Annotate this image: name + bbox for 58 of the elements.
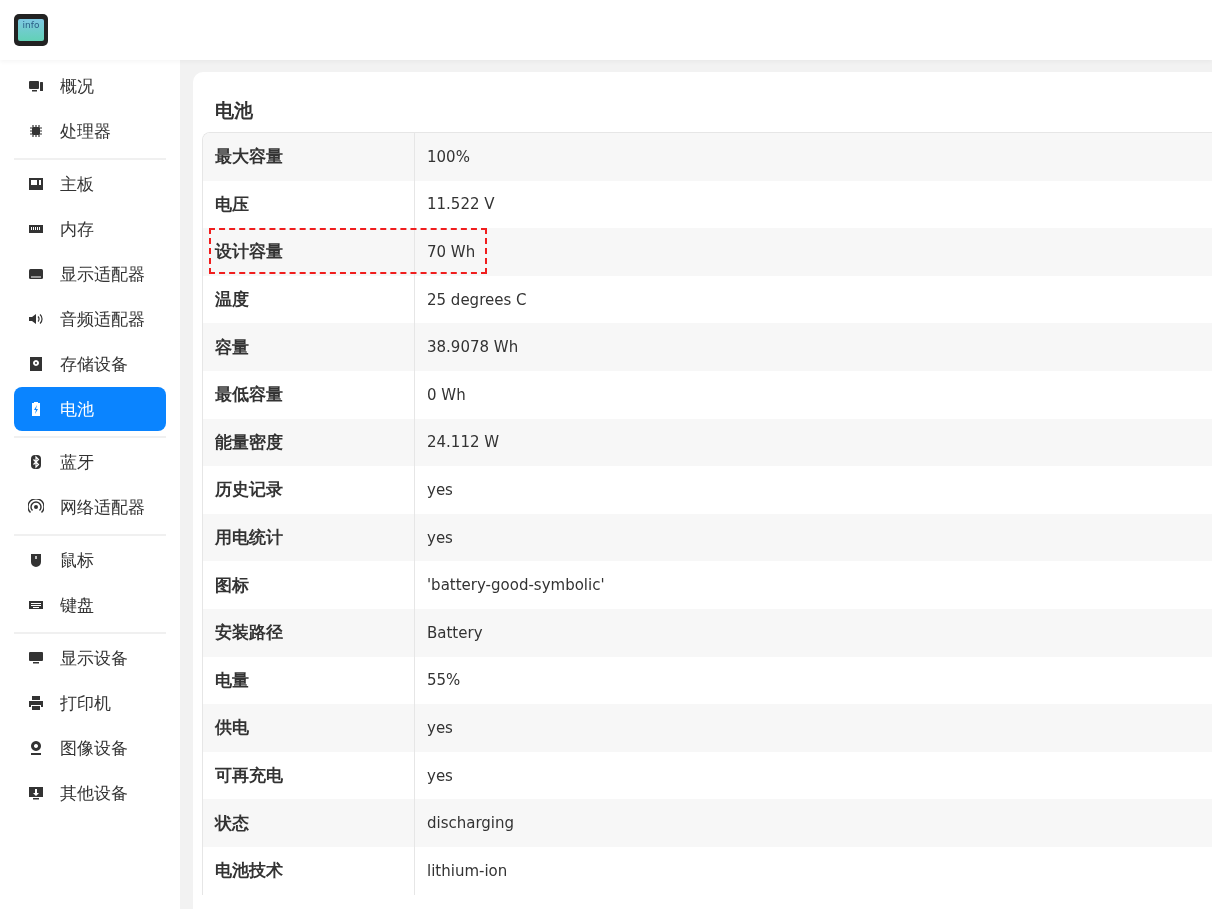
board-icon <box>28 176 44 192</box>
property-value: 100% <box>426 147 470 166</box>
printer-icon <box>28 695 44 711</box>
property-name: 电池技术 <box>203 846 415 895</box>
property-value: 24.112 W <box>426 433 500 452</box>
sidebar-item[interactable]: 电池 <box>14 387 166 431</box>
property-value: yes <box>426 480 453 499</box>
display-card-icon <box>28 266 44 282</box>
sidebar-item[interactable]: 蓝牙 <box>14 440 166 484</box>
chip-icon <box>28 123 44 139</box>
property-value: discharging <box>426 814 515 833</box>
app-logo-icon: info <box>14 14 48 46</box>
property-name: 最低容量 <box>203 370 415 419</box>
mouse-icon <box>28 552 44 568</box>
property-name: 安装路径 <box>203 608 415 657</box>
property-name: 历史记录 <box>203 466 415 514</box>
property-value: 70 Wh <box>426 243 476 261</box>
sidebar-item[interactable]: 音频适配器 <box>14 297 166 341</box>
property-value: yes <box>426 718 453 737</box>
property-value: Battery <box>426 623 483 642</box>
property-name: 能量密度 <box>203 418 415 467</box>
download-box-icon <box>28 785 44 801</box>
sidebar-item[interactable]: 内存 <box>14 207 166 251</box>
property-name: 最大容量 <box>203 133 415 181</box>
sidebar-item[interactable]: 其他设备 <box>14 771 166 815</box>
property-name: 图标 <box>203 561 415 609</box>
sidebar-item[interactable]: 显示适配器 <box>14 252 166 296</box>
property-name: 设计容量 <box>203 228 415 276</box>
sidebar-item[interactable]: 主板 <box>14 162 166 206</box>
computer-icon <box>28 78 44 94</box>
sidebar-item[interactable]: 概况 <box>14 64 166 108</box>
property-value: yes <box>426 528 453 547</box>
property-value: 25 degrees C <box>426 290 527 309</box>
sidebar-item[interactable]: 处理器 <box>14 109 166 153</box>
section-title: 电池 <box>214 98 254 123</box>
property-name: 状态 <box>203 799 415 847</box>
sidebar-item[interactable]: 网络适配器 <box>14 485 166 529</box>
sidebar-item[interactable]: 存储设备 <box>14 342 166 386</box>
sidebar-item[interactable]: 打印机 <box>14 681 166 725</box>
sidebar-item[interactable]: 键盘 <box>14 583 166 627</box>
property-value: 'battery-good-symbolic' <box>426 576 605 595</box>
sidebar-item[interactable]: 鼠标 <box>14 538 166 582</box>
property-value: 38.9078 Wh <box>426 338 519 357</box>
property-value: 0 Wh <box>426 385 466 404</box>
speaker-icon <box>28 311 44 327</box>
property-value: lithium-ion <box>426 861 508 880</box>
bluetooth-icon <box>28 454 44 470</box>
wireless-icon <box>28 499 44 515</box>
webcam-icon <box>28 740 44 756</box>
property-value: 11.522 V <box>426 195 495 214</box>
monitor-icon <box>28 650 44 666</box>
sidebar-item[interactable]: 图像设备 <box>14 726 166 770</box>
property-name: 供电 <box>203 704 415 752</box>
property-value: 55% <box>426 671 461 690</box>
property-value: yes <box>426 766 453 785</box>
property-name: 容量 <box>203 323 415 371</box>
sidebar-item[interactable]: 显示设备 <box>14 636 166 680</box>
property-name: 用电统计 <box>203 513 415 562</box>
